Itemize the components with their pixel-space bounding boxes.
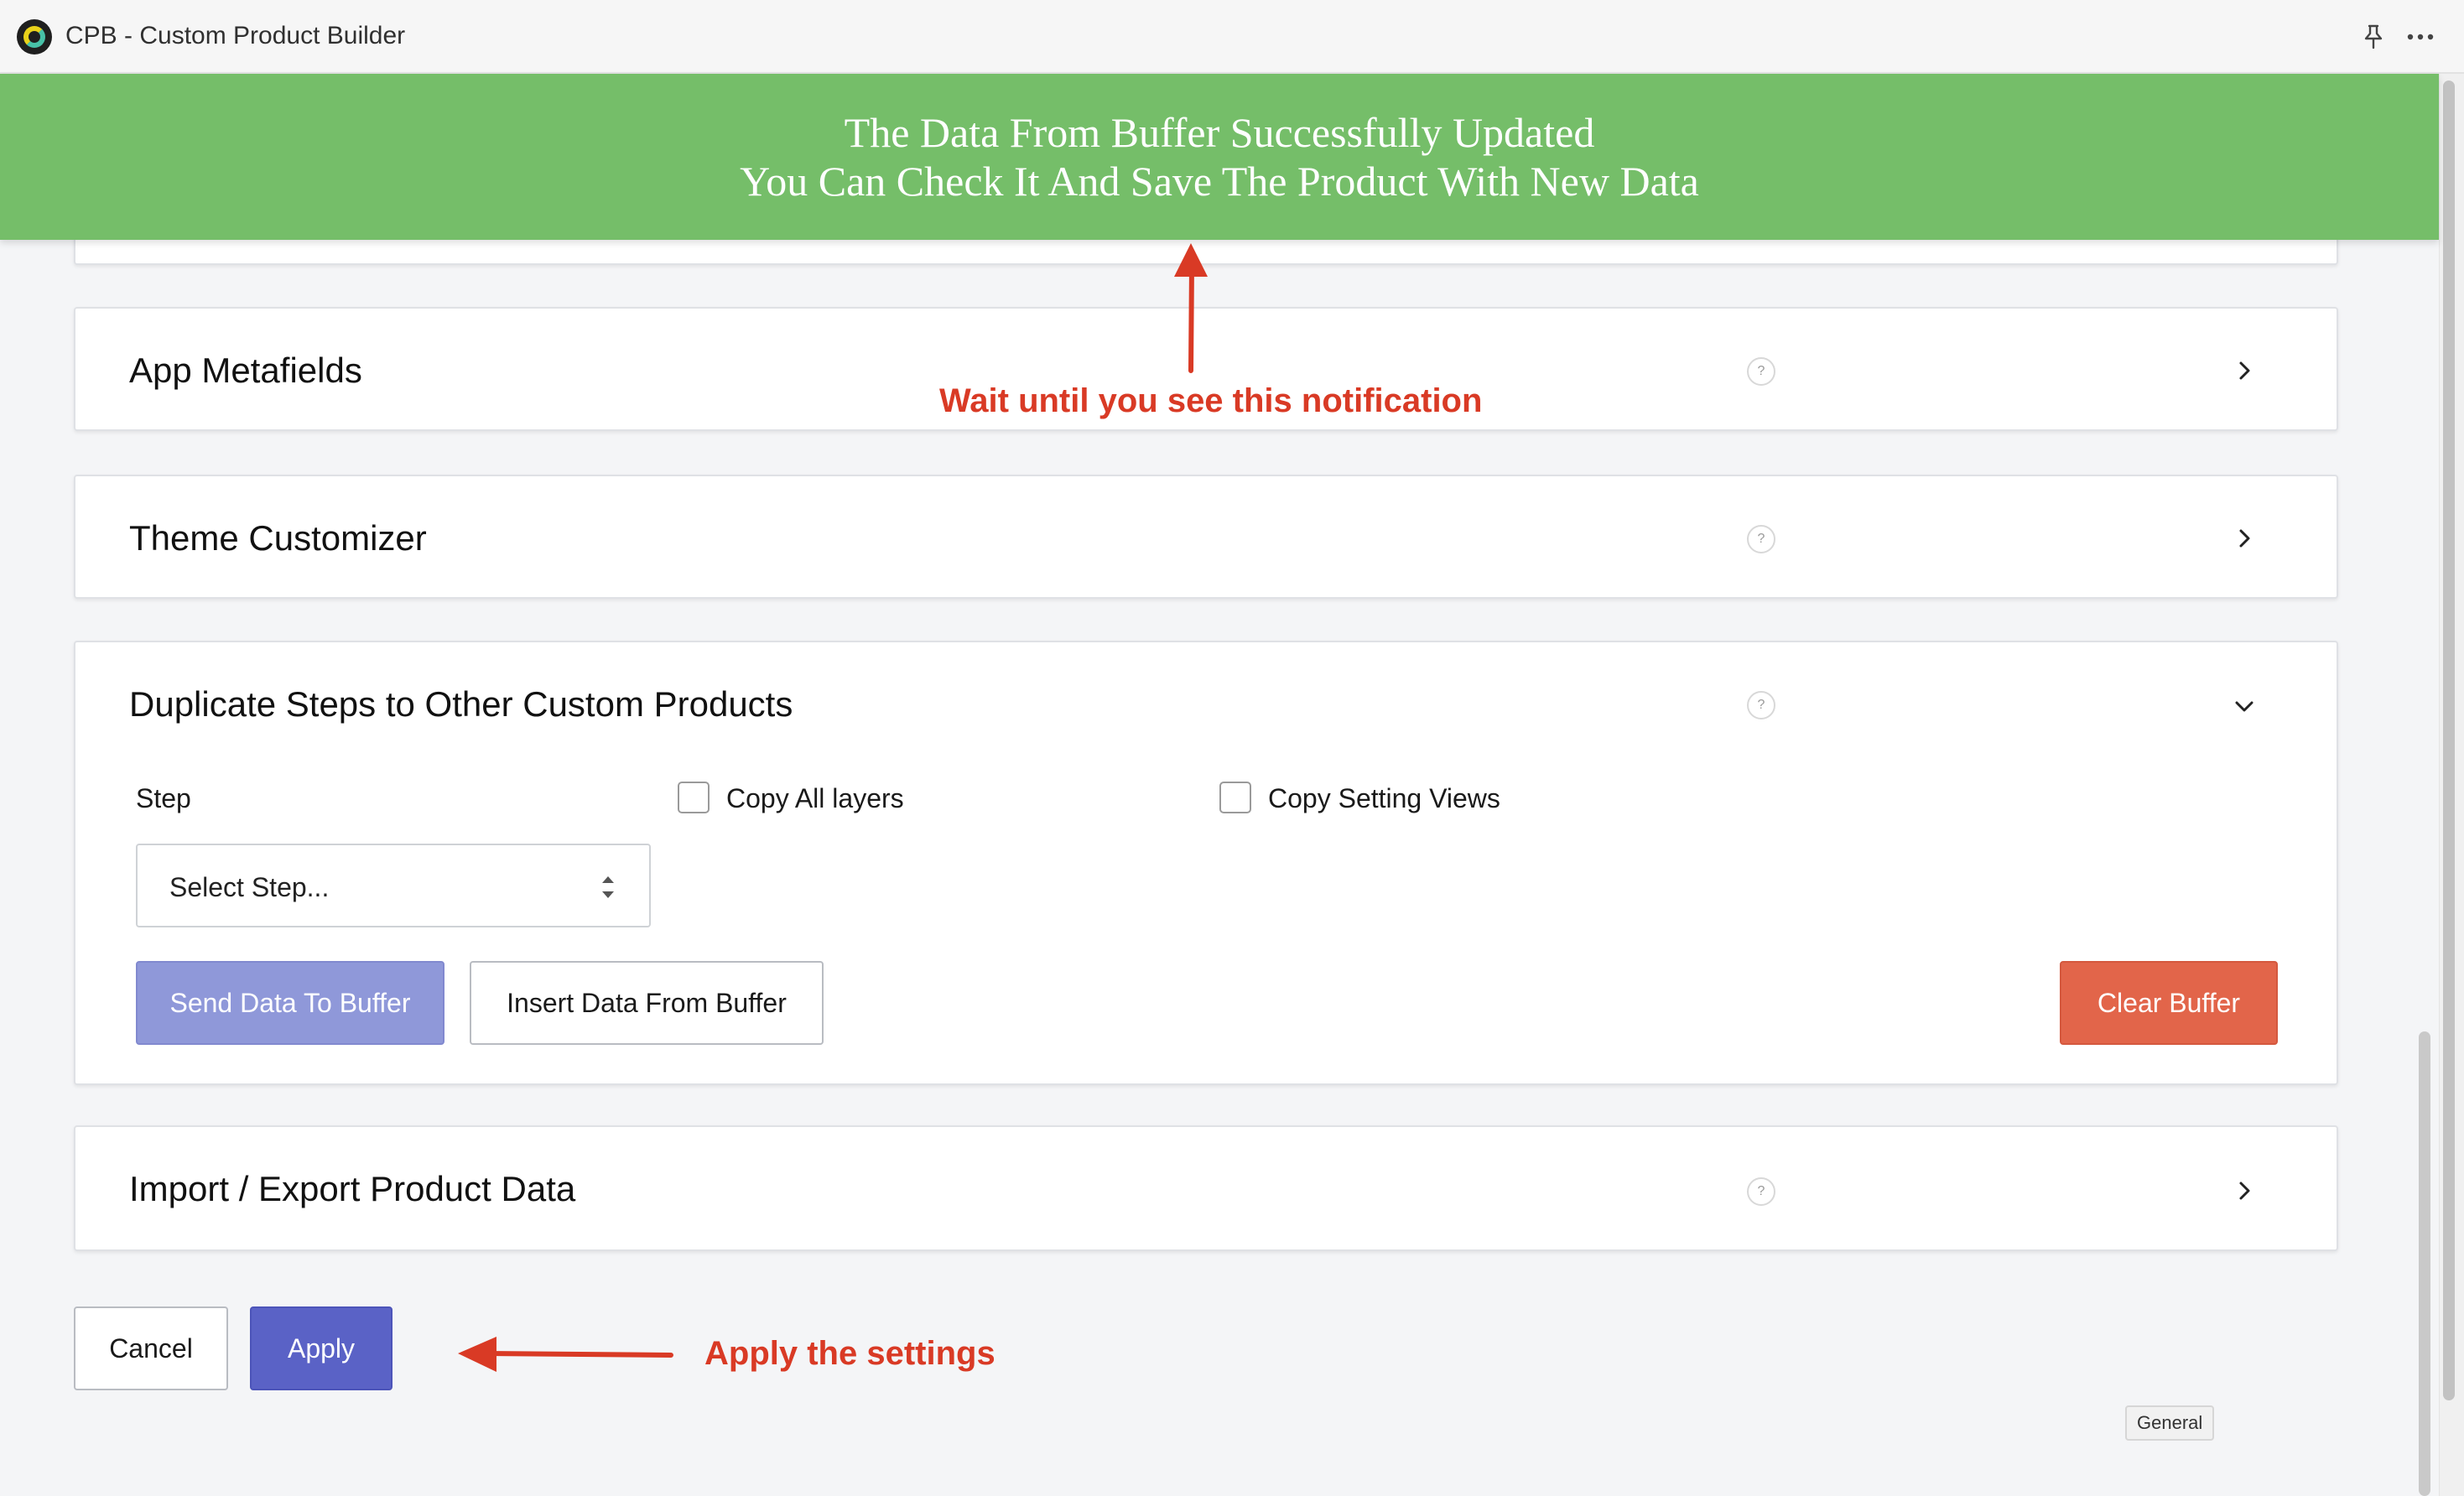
window-titlebar: CPB - Custom Product Builder	[0, 0, 2464, 74]
chevron-down-icon[interactable]	[2227, 689, 2261, 723]
step-select[interactable]: Select Step...	[136, 844, 651, 927]
app-logo-icon	[17, 19, 52, 55]
help-icon[interactable]: ?	[1747, 691, 1775, 719]
copy-setting-views-checkbox[interactable]	[1219, 782, 1251, 813]
help-icon[interactable]: ?	[1747, 525, 1775, 553]
section-import-export[interactable]: Import / Export Product Data ?	[74, 1125, 2338, 1251]
inner-scrollbar-thumb[interactable]	[2419, 1031, 2430, 1496]
pin-icon[interactable]	[2355, 18, 2392, 55]
chevron-right-icon[interactable]	[2227, 1174, 2261, 1208]
chevron-right-icon[interactable]	[2227, 354, 2261, 387]
chevron-right-icon[interactable]	[2227, 522, 2261, 555]
copy-all-layers-label[interactable]: Copy All layers	[726, 783, 904, 814]
copy-setting-views-label[interactable]: Copy Setting Views	[1268, 783, 1500, 814]
notification-line-1: The Data From Buffer Successfully Update…	[844, 109, 1595, 156]
apply-button[interactable]: Apply	[250, 1306, 392, 1390]
select-arrows-icon	[602, 876, 614, 898]
annotation-apply-text: Apply the settings	[704, 1335, 995, 1372]
annotation-wait-text: Wait until you see this notification	[939, 382, 1483, 419]
help-icon[interactable]: ?	[1747, 1177, 1775, 1206]
section-title: Theme Customizer	[129, 518, 427, 558]
insert-data-from-buffer-button[interactable]: Insert Data From Buffer	[470, 961, 824, 1045]
general-tooltip: General	[2125, 1405, 2215, 1441]
step-label: Step	[136, 783, 191, 813]
step-select-value: Select Step...	[169, 872, 330, 902]
section-title: Duplicate Steps to Other Custom Products	[129, 684, 793, 724]
success-notification: The Data From Buffer Successfully Update…	[0, 74, 2439, 240]
section-title: App Metafields	[129, 351, 362, 390]
clear-buffer-button[interactable]: Clear Buffer	[2060, 961, 2278, 1045]
section-title: Import / Export Product Data	[129, 1169, 576, 1208]
cancel-button[interactable]: Cancel	[74, 1306, 228, 1390]
more-options-icon[interactable]	[2402, 18, 2439, 55]
section-theme-customizer[interactable]: Theme Customizer ?	[74, 475, 2338, 599]
send-data-to-buffer-button[interactable]: Send Data To Buffer	[136, 961, 444, 1045]
window-title: CPB - Custom Product Builder	[65, 22, 406, 49]
copy-all-layers-checkbox[interactable]	[678, 782, 710, 813]
annotation-arrow-left-icon	[458, 1337, 673, 1372]
section-duplicate-steps: Duplicate Steps to Other Custom Products…	[74, 641, 2338, 1085]
scrollbar-thumb[interactable]	[2443, 81, 2455, 1400]
help-icon[interactable]: ?	[1747, 357, 1775, 386]
annotation-arrow-up-icon	[1174, 243, 1208, 373]
notification-line-2: You Can Check It And Save The Product Wi…	[740, 158, 1699, 205]
